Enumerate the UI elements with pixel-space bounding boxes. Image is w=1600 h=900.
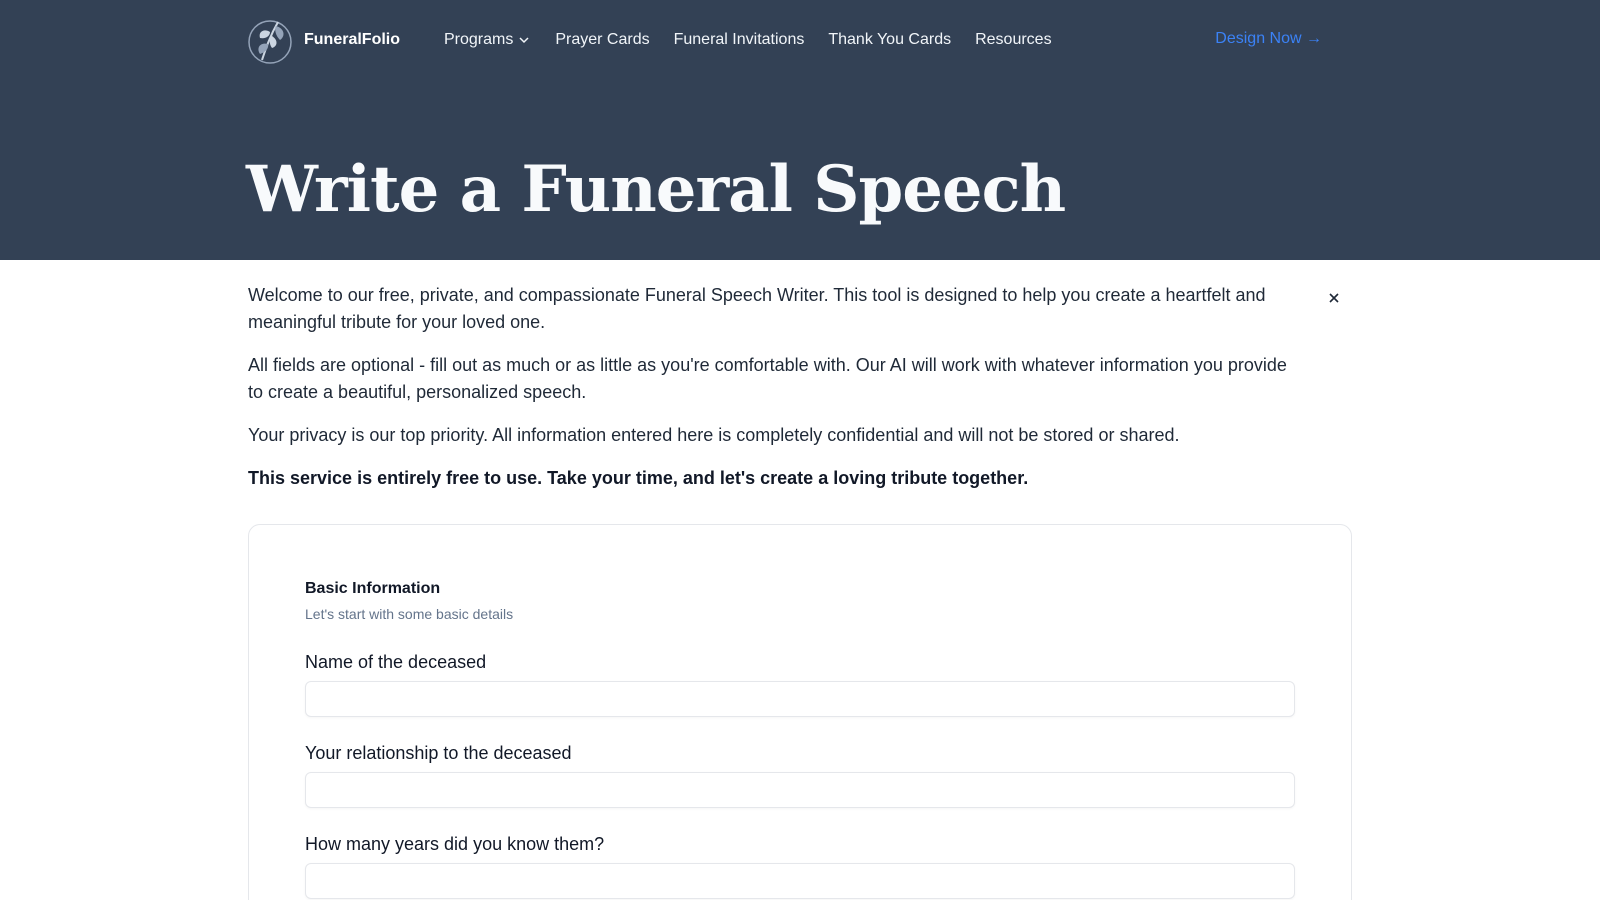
hero-banner: FuneralFolio Programs Prayer Cards Funer… [0, 0, 1600, 260]
years-known-input[interactable] [305, 863, 1295, 899]
intro-paragraph: Your privacy is our top priority. All in… [248, 425, 1180, 445]
nav-item-prayer-cards[interactable]: Prayer Cards [555, 31, 649, 49]
close-notice-button[interactable] [1322, 288, 1346, 312]
field-label: Your relationship to the deceased [305, 743, 572, 763]
nav-item-label: Funeral Invitations [673, 31, 805, 48]
brand-name: FuneralFolio [304, 31, 400, 48]
design-now-link[interactable]: Design Now → [1215, 30, 1322, 48]
intro-bold-note: This service is entirely free to use. Ta… [248, 468, 1029, 488]
nav-item-resources[interactable]: Resources [975, 31, 1051, 49]
nav-item-label: Prayer Cards [555, 31, 650, 48]
nav-links: Programs Prayer Cards Funeral Invitation… [444, 31, 1052, 49]
nav-item-label: Thank You Cards [828, 31, 952, 48]
close-icon [1327, 291, 1341, 310]
relationship-field: Your relationship to the deceased [305, 743, 1295, 808]
section-title: Basic Information [305, 580, 441, 597]
nav-item-thank-you-cards[interactable]: Thank You Cards [828, 31, 951, 49]
speech-form-card: Basic Information Let's start with some … [248, 524, 1352, 900]
years-known-field: How many years did you know them? [305, 834, 1295, 899]
nav-item-funeral-invitations[interactable]: Funeral Invitations [674, 31, 805, 49]
top-navigation: FuneralFolio Programs Prayer Cards Funer… [248, 14, 1352, 66]
relationship-input[interactable] [305, 772, 1295, 808]
intro-paragraph: All fields are optional - fill out as mu… [248, 355, 1287, 402]
intro-notice: Welcome to our free, private, and compas… [248, 282, 1296, 508]
chevron-down-icon [517, 33, 531, 47]
deceased-name-field: Name of the deceased [305, 652, 1295, 717]
intro-paragraph: Welcome to our free, private, and compas… [248, 285, 1266, 332]
nav-item-label: Resources [975, 31, 1052, 48]
field-label: How many years did you know them? [305, 834, 605, 854]
nav-item-programs[interactable]: Programs [444, 31, 531, 49]
leaf-logo-icon [248, 14, 292, 66]
brand[interactable]: FuneralFolio [248, 14, 400, 66]
section-subtitle: Let's start with some basic details [305, 606, 514, 622]
deceased-name-input[interactable] [305, 681, 1295, 717]
nav-item-label: Programs [444, 31, 514, 48]
page-title: Write a Funeral Speech [246, 152, 1066, 227]
field-label: Name of the deceased [305, 652, 487, 672]
